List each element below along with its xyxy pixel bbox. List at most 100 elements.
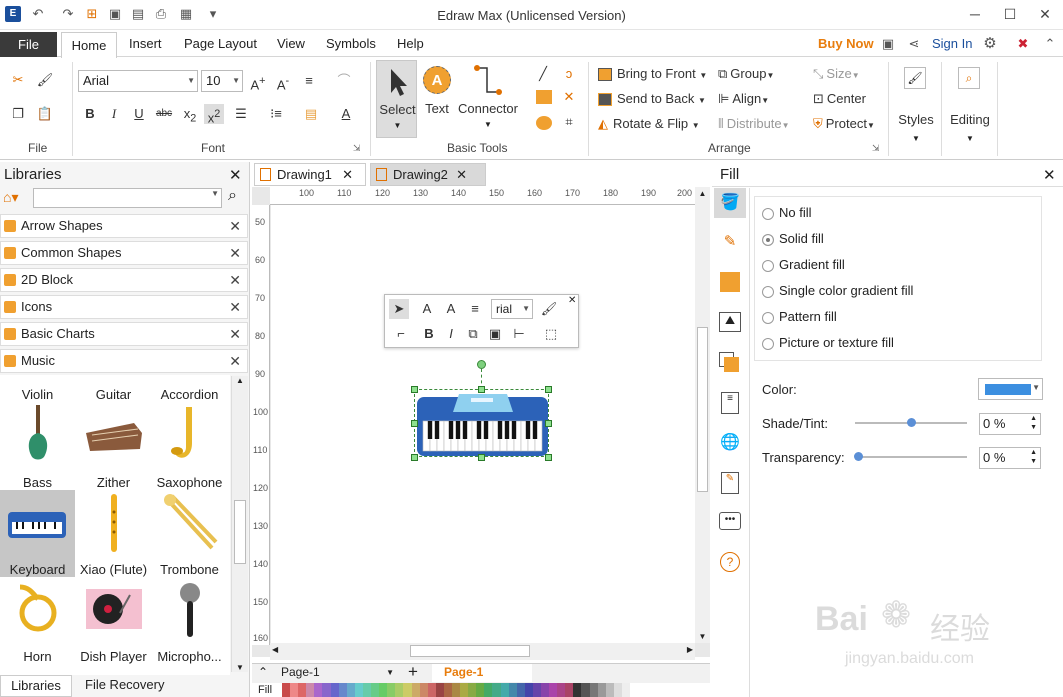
palette-swatch[interactable] xyxy=(371,683,380,697)
symbol-accordion[interactable]: Accordion xyxy=(152,380,227,402)
symbol-microphone[interactable]: Micropho... xyxy=(152,577,227,664)
symbol-trombone[interactable]: Trombone xyxy=(152,490,227,577)
palette-swatch[interactable] xyxy=(419,683,428,697)
grow-font-icon[interactable]: A+ xyxy=(248,71,268,92)
tab-symbols[interactable]: Symbols xyxy=(326,36,376,51)
palette-swatch[interactable] xyxy=(338,683,347,697)
close-libraries-icon[interactable]: ✕ xyxy=(229,166,242,184)
arrange-dialog-launcher-icon[interactable]: ⇲ xyxy=(872,143,880,154)
bring-to-front-button[interactable]: Bring to Front ▼ xyxy=(598,66,707,82)
symbol-horn[interactable]: Horn xyxy=(0,577,75,664)
symbol-bass[interactable]: Bass xyxy=(0,403,75,490)
bold-icon[interactable]: B xyxy=(419,324,439,344)
align-text-icon[interactable]: ≡ xyxy=(299,71,319,91)
group-button[interactable]: ⧉ Group▼ xyxy=(718,66,774,82)
fill-option-picture-texture[interactable]: Picture or texture fill xyxy=(762,335,894,350)
palette-swatch[interactable] xyxy=(508,683,517,697)
connector-style-icon[interactable]: ⌐ xyxy=(391,324,411,344)
selection-handle[interactable] xyxy=(411,420,418,427)
tab-file-recovery[interactable]: File Recovery xyxy=(85,677,164,692)
settings-gear-icon[interactable]: ⚙ xyxy=(982,36,998,52)
palette-swatch[interactable] xyxy=(435,683,444,697)
symbol-dish-player[interactable]: Dish Player xyxy=(76,577,151,664)
collapse-ribbon-icon[interactable]: ⌃ xyxy=(1042,36,1058,52)
palette-swatch[interactable] xyxy=(403,683,412,697)
palette-swatch[interactable] xyxy=(589,683,598,697)
tab-page-layout[interactable]: Page Layout xyxy=(184,36,257,51)
palette-swatch[interactable] xyxy=(298,683,307,697)
palette-swatch[interactable] xyxy=(290,683,299,697)
page-tab-page-1[interactable]: Page-1 xyxy=(432,664,532,682)
palette-swatch[interactable] xyxy=(581,683,590,697)
page-nav-up-icon[interactable]: ⌃ xyxy=(258,665,268,679)
canvas-horizontal-scrollbar[interactable]: ◀ ▶ xyxy=(270,643,695,660)
cross-icon[interactable]: ✕ xyxy=(559,87,579,107)
palette-swatch[interactable] xyxy=(314,683,323,697)
palette-swatch[interactable] xyxy=(443,683,452,697)
text-tool-button[interactable]: A Text xyxy=(420,62,454,122)
transparency-input[interactable]: 0 % ▲ ▼ xyxy=(979,447,1041,469)
close-window-button[interactable]: ✕ xyxy=(1030,4,1060,24)
palette-swatch[interactable] xyxy=(468,683,477,697)
palette-swatch[interactable] xyxy=(516,683,525,697)
line-style-icon[interactable]: ✎ xyxy=(720,232,740,252)
styles-button[interactable]: 🖌 Styles ▼ xyxy=(894,62,938,148)
center-button[interactable]: ⊡ Center xyxy=(813,91,866,107)
arc-icon[interactable]: ↄ xyxy=(559,64,579,84)
palette-swatch[interactable] xyxy=(460,683,469,697)
mini-font-select[interactable]: rial ▼ xyxy=(491,299,533,319)
library-home-icon[interactable]: ⌂▾ xyxy=(3,189,18,206)
font-color-icon[interactable]: A xyxy=(336,104,356,124)
shade-tint-input[interactable]: 0 % ▲ ▼ xyxy=(979,413,1041,435)
size-button[interactable]: ⤡ Size▼ xyxy=(813,66,860,82)
line-icon[interactable]: ╱ xyxy=(533,64,553,84)
close-icon[interactable]: ✕ xyxy=(229,323,241,345)
position-icon[interactable]: ⊢ xyxy=(509,324,529,344)
palette-swatch[interactable] xyxy=(427,683,436,697)
bold-icon[interactable]: B xyxy=(80,104,100,124)
fill-option-no-fill[interactable]: No fill xyxy=(762,205,812,220)
library-item-arrow-shapes[interactable]: Arrow Shapes ✕ xyxy=(0,214,248,238)
comment-icon[interactable]: ••• xyxy=(719,512,741,530)
connector-tool-button[interactable]: Connector ▼ xyxy=(457,62,519,132)
fill-option-solid-fill[interactable]: Solid fill xyxy=(762,231,824,246)
symbol-violin[interactable]: Violin xyxy=(0,380,75,402)
palette-swatch[interactable] xyxy=(524,683,533,697)
palette-swatch[interactable] xyxy=(484,683,493,697)
page-selector[interactable]: Page-1 ▼ xyxy=(276,664,398,682)
minimize-button[interactable]: ─ xyxy=(960,4,990,24)
fill-option-gradient-fill[interactable]: Gradient fill xyxy=(762,257,845,272)
palette-swatch[interactable] xyxy=(573,683,582,697)
pointer-icon[interactable]: ➤ xyxy=(389,299,409,319)
shadow-icon[interactable] xyxy=(720,272,740,292)
palette-swatch[interactable] xyxy=(476,683,485,697)
font-name-select[interactable]: Arial ▼ xyxy=(78,70,198,92)
palette-swatch[interactable] xyxy=(354,683,363,697)
italic-icon[interactable]: I xyxy=(104,104,124,124)
align-button[interactable]: ⊫ Align▼ xyxy=(718,91,769,107)
library-item-basic-charts[interactable]: Basic Charts ✕ xyxy=(0,322,248,346)
crop-icon[interactable]: ⌗ xyxy=(559,112,579,132)
shade-tint-knob[interactable] xyxy=(907,418,916,427)
symbol-saxophone[interactable]: Saxophone xyxy=(152,403,227,490)
palette-swatch[interactable] xyxy=(532,683,541,697)
rotate-flip-button[interactable]: ◭ Rotate & Flip ▼ xyxy=(598,116,700,132)
library-item-common-shapes[interactable]: Common Shapes ✕ xyxy=(0,241,248,265)
distribute-button[interactable]: ⦀ Distribute▼ xyxy=(718,116,790,132)
strikethrough-icon[interactable]: abc xyxy=(154,104,174,124)
superscript-icon[interactable]: x2 xyxy=(204,104,224,125)
tab-libraries[interactable]: Libraries xyxy=(0,675,72,697)
tab-insert[interactable]: Insert xyxy=(129,36,162,51)
palette-swatch[interactable] xyxy=(379,683,388,697)
search-icon[interactable]: ⌕ xyxy=(228,187,237,205)
share-icon[interactable]: ⋖ xyxy=(906,36,922,52)
layers-icon[interactable] xyxy=(719,352,741,372)
transparency-slider[interactable] xyxy=(855,456,967,458)
underline-icon[interactable]: U xyxy=(129,104,149,124)
send-to-back-button[interactable]: Send to Back ▼ xyxy=(598,91,706,107)
palette-swatch[interactable] xyxy=(541,683,550,697)
add-page-icon[interactable]: + xyxy=(408,662,418,682)
selection-handle[interactable] xyxy=(411,454,418,461)
align-text-icon[interactable]: ≡ xyxy=(465,299,485,319)
palette-swatch[interactable] xyxy=(597,683,606,697)
